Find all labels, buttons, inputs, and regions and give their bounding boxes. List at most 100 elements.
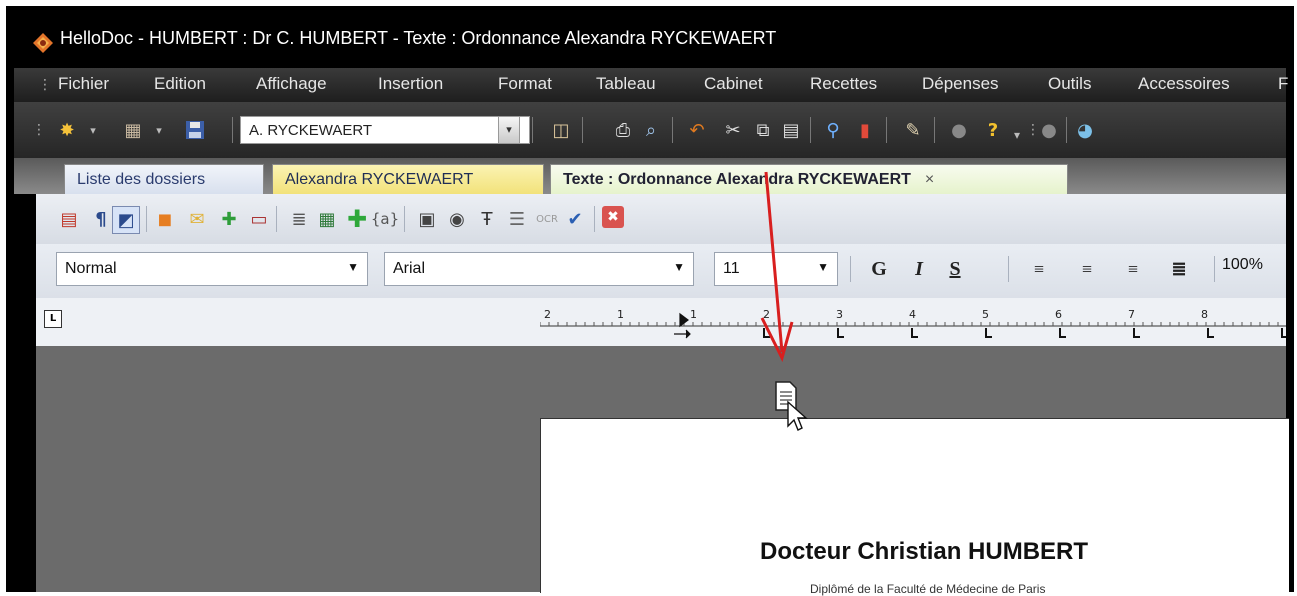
toolbar-separator (276, 206, 277, 232)
insert-patient-icon[interactable]: ◼ (152, 206, 178, 232)
globe-icon[interactable]: ● (946, 117, 972, 143)
ruler-label: 1 (617, 308, 624, 321)
print-icon[interactable]: ⎙ (610, 117, 636, 143)
chevron-down-icon: ▼ (817, 260, 829, 274)
menu-grip-icon[interactable]: ⋮ (38, 77, 52, 93)
size-select[interactable]: 11 ▼ (714, 252, 838, 286)
align-text-icon[interactable]: ☰ (504, 206, 530, 232)
chevron-down-icon: ▼ (347, 260, 359, 274)
search-icon[interactable]: ⚲ (820, 117, 846, 143)
app-logo-icon (32, 32, 54, 54)
insert-image-icon[interactable]: ▦ (314, 206, 340, 232)
toolbar-separator (934, 117, 935, 143)
ruler-label: 7 (1128, 308, 1135, 321)
toolbar-separator (404, 206, 405, 232)
zoom-level[interactable]: 100% (1222, 256, 1292, 274)
cut-icon[interactable]: ✂ (720, 117, 746, 143)
tab-liste-dossiers[interactable]: Liste des dossiers (64, 164, 264, 194)
world-icon[interactable]: ◕ (1072, 117, 1098, 143)
insert-card-icon[interactable]: ▭ (246, 206, 272, 232)
insert-variable-icon[interactable]: {a} (371, 206, 399, 232)
tab-stop-marker[interactable] (837, 328, 844, 338)
ruler-label: 5 (982, 308, 989, 321)
help-icon[interactable]: ? (980, 117, 1006, 143)
menu-outils[interactable]: Outils (1048, 74, 1091, 94)
toolbar-grip-icon[interactable]: ⋮ (32, 122, 46, 138)
menu-fichier[interactable]: Fichier (58, 74, 109, 94)
menu-recettes[interactable]: Recettes (810, 74, 877, 94)
tab-stop-marker[interactable] (1207, 328, 1214, 338)
insert-letter-icon[interactable]: ✉ (184, 206, 210, 232)
text-format-icon[interactable]: Ŧ (474, 206, 500, 232)
insert-date-icon[interactable]: ▣ (414, 206, 440, 232)
tab-stop-marker[interactable] (911, 328, 918, 338)
paste-icon[interactable]: ▤ (778, 117, 804, 143)
menu-affichage[interactable]: Affichage (256, 74, 327, 94)
tab-stop-marker[interactable] (1281, 328, 1286, 338)
ruler-label: 1 (690, 308, 697, 321)
chevron-down-icon[interactable]: ▾ (80, 117, 106, 143)
close-editor-icon[interactable]: ✖ (602, 206, 624, 228)
tab-patient[interactable]: Alexandra RYCKEWAERT (272, 164, 544, 194)
size-select-value: 11 (723, 260, 740, 277)
menu-depenses[interactable]: Dépenses (922, 74, 999, 94)
menu-overflow[interactable]: F (1278, 74, 1288, 94)
tab-stop-marker[interactable] (763, 328, 770, 338)
globe-icon[interactable]: ● (1036, 117, 1062, 143)
insert-medical-icon[interactable]: ✚ (216, 206, 242, 232)
underline-button[interactable]: S (942, 256, 968, 282)
menu-insertion[interactable]: Insertion (378, 74, 443, 94)
tab-stop-marker[interactable] (1133, 328, 1140, 338)
add-icon[interactable]: ✚ (344, 205, 370, 233)
tab-label: Texte : Ordonnance Alexandra RYCKEWAERT (563, 170, 911, 188)
layout-icon[interactable]: ◩ (112, 206, 140, 234)
folders-icon[interactable]: ▦ (120, 117, 146, 143)
chart-icon[interactable]: ▮ (852, 117, 878, 143)
tab-label: Liste des dossiers (77, 170, 206, 188)
ocr-icon[interactable]: OCR (534, 206, 560, 232)
close-tab-icon[interactable]: × (925, 171, 934, 189)
properties-icon[interactable]: ◫ (548, 117, 574, 143)
print-preview-icon[interactable]: ⌕ (638, 117, 664, 143)
toolbar-separator (582, 117, 583, 143)
style-select[interactable]: Normal ▼ (56, 252, 368, 286)
menu-format[interactable]: Format (498, 74, 552, 94)
tab-label: Alexandra RYCKEWAERT (285, 170, 474, 188)
bold-button[interactable]: G (866, 256, 892, 282)
horizontal-ruler[interactable]: 2 1 1 2 3 4 5 6 7 8 (540, 304, 1286, 340)
save-icon[interactable] (182, 117, 208, 143)
toolbar-separator (594, 206, 595, 232)
align-left-icon[interactable]: ≡ (1026, 256, 1052, 282)
align-right-icon[interactable]: ≡ (1120, 256, 1146, 282)
spellcheck-icon[interactable]: ✔ (562, 206, 588, 232)
toolbar-separator (810, 117, 811, 143)
chevron-down-icon: ▼ (673, 260, 685, 274)
undo-icon[interactable]: ↶ (684, 117, 710, 143)
insert-time-icon[interactable]: ◉ (444, 206, 470, 232)
ruler-label: 8 (1201, 308, 1208, 321)
ruler-label: 6 (1055, 308, 1062, 321)
menu-cabinet[interactable]: Cabinet (704, 74, 763, 94)
menu-tableau[interactable]: Tableau (596, 74, 656, 94)
menu-edition[interactable]: Edition (154, 74, 206, 94)
tab-ordonnance[interactable]: Texte : Ordonnance Alexandra RYCKEWAERT × (550, 164, 1068, 194)
edit-document-icon[interactable]: ✎ (900, 117, 926, 143)
tab-stop-selector[interactable]: L (44, 310, 62, 328)
font-select[interactable]: Arial ▼ (384, 252, 694, 286)
document-page[interactable] (540, 418, 1289, 593)
drag-document-cursor-icon (774, 380, 810, 436)
page-setup-icon[interactable]: ▤ (56, 206, 82, 232)
insert-text-icon[interactable]: ≣ (286, 206, 312, 232)
new-star-icon[interactable]: ✸ (54, 117, 80, 143)
align-center-icon[interactable]: ≡ (1074, 256, 1100, 282)
tab-stop-marker[interactable] (985, 328, 992, 338)
justify-icon[interactable]: ≣ (1166, 256, 1192, 282)
menu-accessoires[interactable]: Accessoires (1138, 74, 1230, 94)
italic-button[interactable]: I (906, 256, 932, 282)
copy-icon[interactable]: ⧉ (750, 117, 776, 143)
patient-combo-dropdown-button[interactable]: ▾ (498, 116, 520, 144)
tab-stop-marker[interactable] (1059, 328, 1066, 338)
paragraph-icon[interactable]: ¶ (88, 206, 114, 232)
patient-combo[interactable]: A. RYCKEWAERT (240, 116, 530, 144)
chevron-down-icon[interactable]: ▾ (146, 117, 172, 143)
